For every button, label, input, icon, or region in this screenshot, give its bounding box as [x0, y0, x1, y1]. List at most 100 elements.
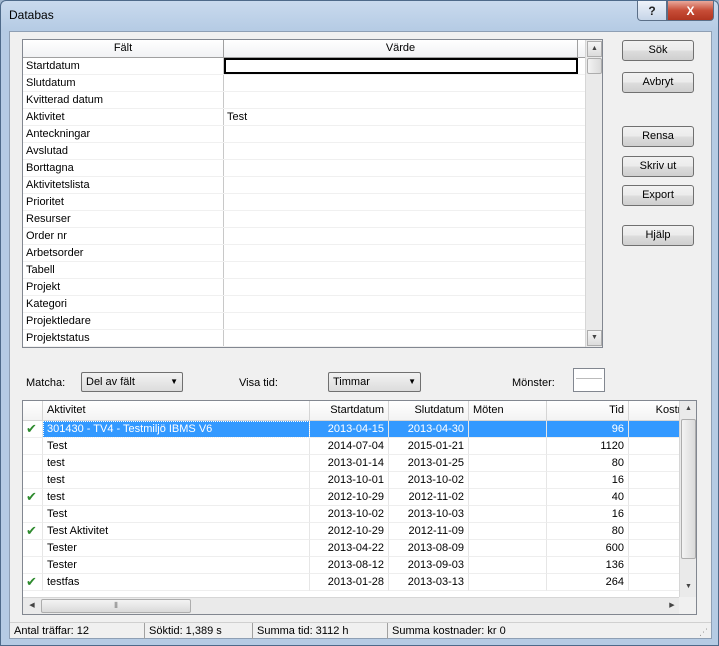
criteria-value-cell[interactable]: [224, 194, 578, 210]
pattern-line: [576, 378, 602, 379]
title-help-button[interactable]: ?: [637, 1, 667, 21]
criteria-field-label: Slutdatum: [23, 75, 224, 91]
criteria-value-cell[interactable]: [224, 279, 578, 295]
cell-meetings: [469, 506, 547, 523]
criteria-value-cell[interactable]: [224, 58, 578, 74]
results-vscroll[interactable]: ▲ ▼: [679, 401, 696, 597]
criteria-value-cell[interactable]: [224, 211, 578, 227]
results-hscroll[interactable]: ◀ ⦀ ▶: [23, 597, 681, 614]
criteria-rows: Startdatum Slutdatum Kvitterad datum Aktivi…: [23, 58, 586, 347]
criteria-value-cell[interactable]: Test: [224, 109, 578, 125]
criteria-row[interactable]: Borttagna: [23, 160, 586, 177]
criteria-row[interactable]: Projektstatus: [23, 330, 586, 347]
results-hscroll-thumb[interactable]: ⦀: [41, 599, 191, 613]
search-button[interactable]: Sök: [622, 40, 694, 61]
table-row[interactable]: ✔test2012-10-292012-11-02400: [23, 489, 696, 506]
criteria-value-cell[interactable]: [224, 126, 578, 142]
table-row[interactable]: ✔testfas2013-01-282013-03-132640: [23, 574, 696, 591]
criteria-value-cell[interactable]: [224, 262, 578, 278]
criteria-header-value[interactable]: Värde: [224, 40, 578, 57]
criteria-field-label: Projektledare: [23, 313, 224, 329]
criteria-scrollbar[interactable]: ▲ ▼: [585, 40, 602, 347]
criteria-value-cell[interactable]: [224, 228, 578, 244]
cell-time: 80: [547, 455, 629, 472]
criteria-row[interactable]: Aktivitetslista: [23, 177, 586, 194]
criteria-row[interactable]: Kategori: [23, 296, 586, 313]
criteria-scroll-thumb[interactable]: [587, 58, 602, 74]
scroll-right-icon[interactable]: ▶: [664, 599, 680, 614]
print-button[interactable]: Skriv ut: [622, 156, 694, 177]
results-header-start[interactable]: Startdatum: [310, 401, 389, 420]
criteria-row[interactable]: Avslutad: [23, 143, 586, 160]
criteria-row[interactable]: Prioritet: [23, 194, 586, 211]
results-header-end[interactable]: Slutdatum: [389, 401, 469, 420]
criteria-field-label: Borttagna: [23, 160, 224, 176]
criteria-value-cell[interactable]: [224, 177, 578, 193]
criteria-value-cell[interactable]: [224, 313, 578, 329]
time-select[interactable]: Timmar ▼: [328, 372, 421, 392]
table-row[interactable]: Tester2013-08-122013-09-031360: [23, 557, 696, 574]
criteria-row[interactable]: Projekt: [23, 279, 586, 296]
table-row[interactable]: test2013-01-142013-01-25800: [23, 455, 696, 472]
title-bar: Databas ? X: [1, 1, 718, 31]
cell-start-date: 2014-07-04: [310, 438, 389, 455]
criteria-field-label: Arbetsorder: [23, 245, 224, 261]
criteria-value-cell[interactable]: [224, 160, 578, 176]
results-header-activity[interactable]: Aktivitet: [43, 401, 310, 420]
criteria-row[interactable]: Aktivitet Test: [23, 109, 586, 126]
criteria-row[interactable]: Resurser: [23, 211, 586, 228]
clear-button[interactable]: Rensa: [622, 126, 694, 147]
criteria-value-cell[interactable]: [224, 330, 578, 346]
match-select[interactable]: Del av fält ▼: [81, 372, 183, 392]
results-header-meetings[interactable]: Möten: [469, 401, 547, 420]
scroll-left-icon[interactable]: ◀: [24, 599, 40, 614]
time-select-value: Timmar: [333, 376, 370, 388]
results-scroll-thumb[interactable]: [681, 419, 696, 559]
table-row[interactable]: ✔ 301430 - TV4 - Testmiljö IBMS V6 2013-04…: [23, 421, 696, 438]
criteria-row[interactable]: Slutdatum: [23, 75, 586, 92]
cell-start-date: 2013-01-28: [310, 574, 389, 591]
cell-activity: Test Aktivitet: [43, 523, 310, 540]
table-row[interactable]: ✔Test Aktivitet2012-10-292012-11-09800: [23, 523, 696, 540]
criteria-row[interactable]: Kvitterad datum: [23, 92, 586, 109]
pattern-swatch[interactable]: [573, 368, 605, 392]
criteria-value-cell[interactable]: [224, 245, 578, 261]
criteria-row[interactable]: Anteckningar: [23, 126, 586, 143]
scroll-down-icon[interactable]: ▼: [681, 580, 696, 596]
table-row[interactable]: Test2013-10-022013-10-03160: [23, 506, 696, 523]
cancel-button[interactable]: Avbryt: [622, 72, 694, 93]
cell-activity: Tester: [43, 557, 310, 574]
cell-end-date: 2013-10-03: [389, 506, 469, 523]
table-row[interactable]: Test2014-07-042015-01-2111200: [23, 438, 696, 455]
cell-meetings: [469, 574, 547, 591]
table-row[interactable]: test2013-10-012013-10-02160: [23, 472, 696, 489]
scroll-up-icon[interactable]: ▲: [587, 41, 602, 57]
cell-meetings: [469, 421, 547, 438]
help-button[interactable]: Hjälp: [622, 225, 694, 246]
resize-grip-icon[interactable]: ⋰: [699, 627, 709, 637]
criteria-row[interactable]: Projektledare: [23, 313, 586, 330]
criteria-value-cell[interactable]: [224, 143, 578, 159]
row-check-icon: [23, 455, 43, 472]
criteria-header-field[interactable]: Fält: [23, 40, 224, 57]
criteria-row[interactable]: Tabell: [23, 262, 586, 279]
cell-meetings: [469, 455, 547, 472]
database-dialog: Databas ? X Fält Värde Startdatum Slutdat…: [0, 0, 719, 646]
criteria-field-label: Prioritet: [23, 194, 224, 210]
criteria-row[interactable]: Arbetsorder: [23, 245, 586, 262]
criteria-value-cell[interactable]: [224, 92, 578, 108]
results-header-time[interactable]: Tid: [547, 401, 629, 420]
criteria-row[interactable]: Startdatum: [23, 58, 586, 75]
title-close-button[interactable]: X: [667, 1, 714, 21]
export-button[interactable]: Export: [622, 185, 694, 206]
results-grid[interactable]: Aktivitet Startdatum Slutdatum Möten Tid…: [22, 400, 697, 615]
cell-meetings: [469, 489, 547, 506]
criteria-row[interactable]: Order nr: [23, 228, 586, 245]
criteria-value-cell[interactable]: [224, 75, 578, 91]
scroll-up-icon[interactable]: ▲: [681, 402, 696, 418]
criteria-grid[interactable]: Fält Värde Startdatum Slutdatum Kvitterad …: [22, 39, 603, 348]
cell-meetings: [469, 557, 547, 574]
scroll-down-icon[interactable]: ▼: [587, 330, 602, 346]
criteria-value-cell[interactable]: [224, 296, 578, 312]
table-row[interactable]: Tester2013-04-222013-08-096000: [23, 540, 696, 557]
